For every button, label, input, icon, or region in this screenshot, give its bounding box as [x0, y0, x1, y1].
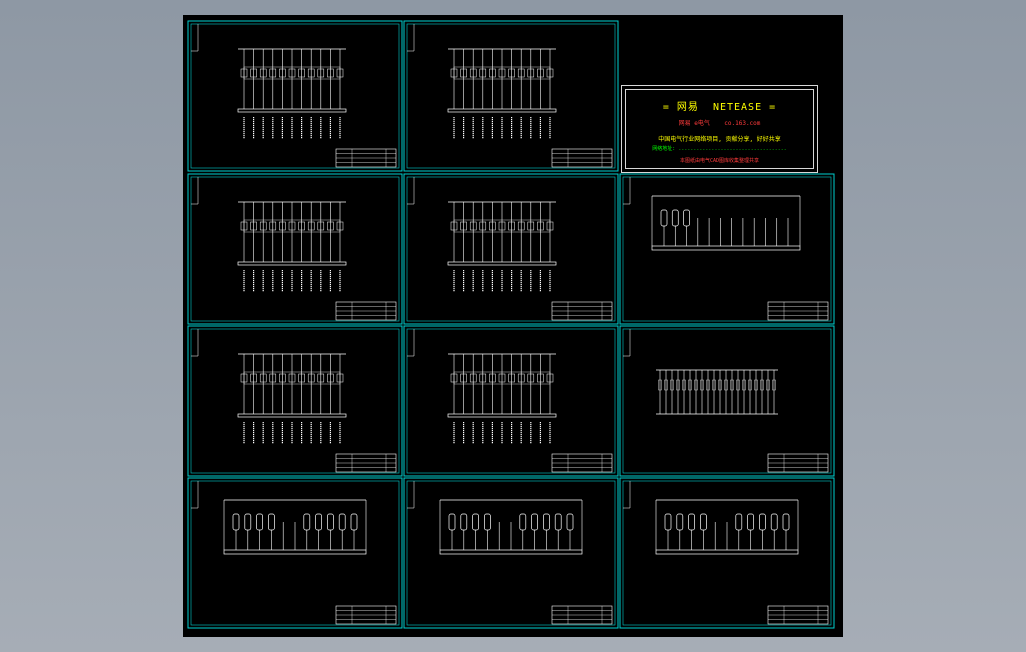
drawing-sheet[interactable]: [187, 20, 403, 172]
drawing-sheet[interactable]: [187, 477, 403, 629]
drawing-sheet[interactable]: [403, 325, 619, 477]
single-line-diagram: [237, 353, 347, 444]
sheet-outer-frame: [187, 477, 403, 629]
banner-inner-frame: = 网易 NETEASE = 网易 e电气 co.163.com 中国电气行业网…: [625, 89, 814, 169]
sheet-inner-frame: [406, 176, 616, 322]
sheet-outer-frame: [187, 20, 403, 172]
title-block: [551, 605, 613, 625]
banner-notice: 本图纸由电气CAD图库收集整理共享: [679, 158, 760, 164]
title-block: [335, 148, 397, 168]
sheet-inner-frame: [190, 328, 400, 474]
title-block: [767, 605, 829, 625]
sheet-inner-frame: [406, 23, 616, 169]
sheet-outer-frame: [403, 173, 619, 325]
single-line-diagram: [237, 201, 347, 292]
elevation-view: [651, 195, 801, 251]
sheet-inner-frame: [406, 328, 616, 474]
sheet-outer-frame: [619, 325, 835, 477]
cad-model-viewport[interactable]: = 网易 NETEASE = 网易 e电气 co.163.com 中国电气行业网…: [183, 15, 843, 637]
sheet-outer-frame: [403, 20, 619, 172]
banner-title: = 网易 NETEASE =: [662, 102, 777, 113]
sheet-inner-frame: [406, 480, 616, 626]
title-block: [551, 148, 613, 168]
elevation-view: [439, 499, 583, 555]
single-line-diagram: [447, 201, 557, 292]
sheet-inner-frame: [622, 328, 832, 474]
sheet-outer-frame: [187, 173, 403, 325]
single-line-diagram: [447, 48, 557, 139]
drawing-sheet[interactable]: [403, 20, 619, 172]
title-block: [335, 605, 397, 625]
sheet-inner-frame: [190, 176, 400, 322]
sheet-outer-frame: [403, 325, 619, 477]
drawing-sheet[interactable]: [403, 477, 619, 629]
sheet-inner-frame: [190, 480, 400, 626]
terminal-diagram: [656, 369, 778, 415]
drawing-sheet[interactable]: [619, 477, 835, 629]
drawing-sheet[interactable]: [187, 173, 403, 325]
banner-subtitle: 网易 e电气 co.163.com: [678, 120, 761, 127]
drawing-sheet[interactable]: [403, 173, 619, 325]
single-line-diagram: [237, 48, 347, 139]
sheet-outer-frame: [403, 477, 619, 629]
title-block: [551, 301, 613, 321]
sheet-inner-frame: [190, 23, 400, 169]
elevation-view: [655, 499, 799, 555]
drawing-sheet[interactable]: [619, 325, 835, 477]
title-block: [551, 453, 613, 473]
banner-web-address: 网络地址: ..................................…: [652, 146, 787, 152]
title-block: [335, 453, 397, 473]
banner-description: 中国电气行业网络项目, 贡献分享, 好好共享: [658, 136, 781, 143]
title-block: [767, 301, 829, 321]
netease-banner: = 网易 NETEASE = 网易 e电气 co.163.com 中国电气行业网…: [621, 85, 818, 173]
drawing-sheet[interactable]: [619, 173, 835, 325]
drawing-sheet[interactable]: [187, 325, 403, 477]
sheet-outer-frame: [619, 477, 835, 629]
sheet-outer-frame: [187, 325, 403, 477]
title-block: [335, 301, 397, 321]
sheet-inner-frame: [622, 480, 832, 626]
title-block: [767, 453, 829, 473]
elevation-view: [223, 499, 367, 555]
single-line-diagram: [447, 353, 557, 444]
